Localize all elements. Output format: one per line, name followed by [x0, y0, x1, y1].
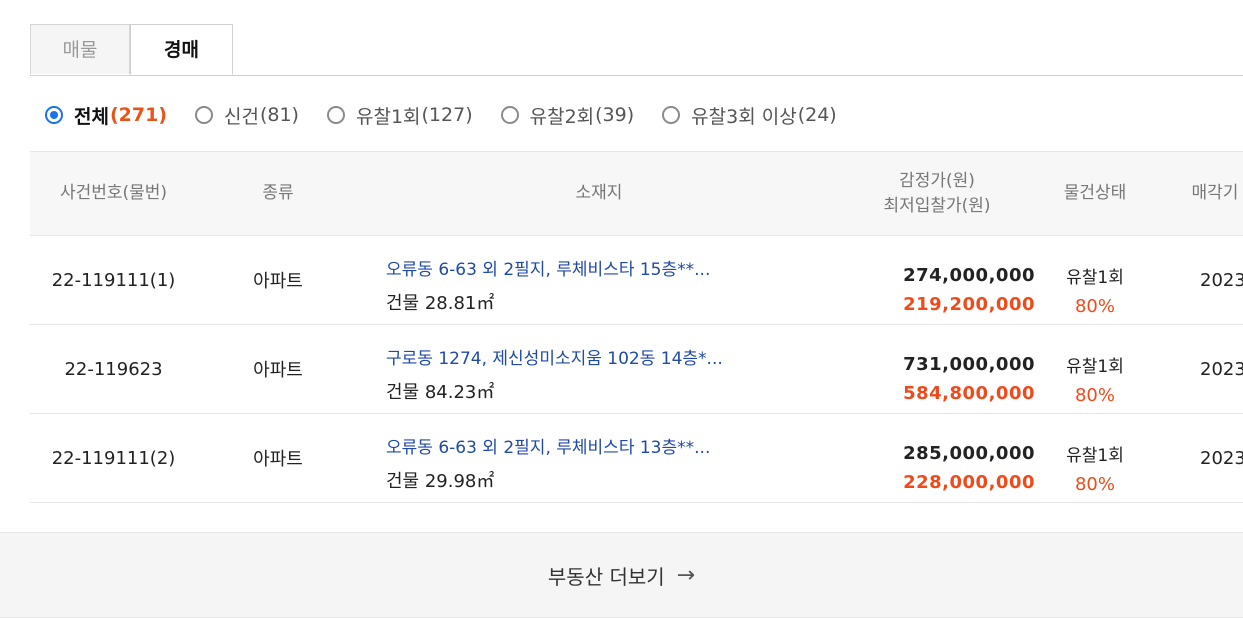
filter-failed-2[interactable]: 유찰2회 (39) — [500, 102, 635, 129]
min-bid-price: 228,000,000 — [903, 472, 1035, 493]
table-row[interactable]: 22-119111(2) 아파트 오류동 6-63 외 2필지, 루체비스타 1… — [30, 414, 1243, 503]
price-ratio: 80% — [1074, 296, 1115, 317]
building-area: 건물 28.81㎡ — [386, 293, 495, 314]
property-type: 아파트 — [253, 360, 303, 381]
filter-label: 신건 — [224, 105, 259, 128]
filter-count: (81) — [259, 104, 299, 126]
filter-count: (127) — [421, 104, 473, 126]
building-area: 건물 29.98㎡ — [386, 471, 495, 492]
radio-icon[interactable] — [500, 106, 519, 124]
filter-count: (271) — [109, 104, 167, 126]
filter-all[interactable]: 전체 (271) — [45, 102, 167, 129]
more-real-estate-button[interactable]: 부동산 더보기 → — [0, 532, 1243, 618]
case-no: 22-119111(1) — [51, 269, 176, 291]
table-header: 사건번호(물번) 종류 소재지 감정가(원) 최저입찰가(원) 물건상태 매각기 — [30, 152, 1243, 236]
filter-count: (24) — [797, 104, 837, 126]
min-bid-price: 219,200,000 — [903, 294, 1035, 315]
status-label: 유찰1회 — [1066, 268, 1124, 288]
filter-new[interactable]: 신건 (81) — [195, 102, 299, 129]
header-status: 물건상태 — [1063, 183, 1127, 203]
sale-date: 2023.11 — [1200, 447, 1243, 469]
filter-failed-1[interactable]: 유찰1회 (127) — [326, 102, 473, 129]
header-price: 감정가(원) 최저입찰가(원) — [839, 152, 1035, 235]
status-cell: 유찰1회 80% — [1035, 325, 1155, 413]
header-case-no: 사건번호(물번) — [59, 183, 168, 203]
status-cell: 유찰1회 80% — [1035, 414, 1155, 502]
radio-icon[interactable] — [326, 106, 345, 124]
header-sale-date: 매각기 — [1191, 183, 1239, 203]
status-label: 유찰1회 — [1066, 446, 1124, 466]
table-row[interactable]: 22-119623 아파트 구로동 1274, 제신성미소지움 102동 14층… — [30, 325, 1243, 414]
radio-icon[interactable] — [662, 106, 681, 124]
header-type: 종류 — [262, 183, 294, 203]
location-cell: 오류동 6-63 외 2필지, 루체비스타 15층**... 건물 28.81㎡ — [359, 236, 839, 324]
sale-date: 2023.11 — [1200, 269, 1243, 291]
appraisal-price: 274,000,000 — [903, 265, 1035, 286]
header-location: 소재지 — [575, 183, 623, 203]
price-cell: 274,000,000 219,200,000 — [839, 236, 1035, 324]
price-cell: 285,000,000 228,000,000 — [839, 414, 1035, 502]
case-no: 22-119111(2) — [51, 447, 176, 469]
header-min-bid: 최저입찰가(원) — [883, 195, 991, 216]
filter-count: (39) — [595, 104, 635, 126]
tab-auction[interactable]: 경매 — [130, 24, 233, 75]
header-appraisal: 감정가(원) — [899, 170, 975, 191]
case-no: 22-119623 — [64, 358, 163, 380]
filter-label: 유찰3회 이상 — [691, 105, 797, 128]
property-type: 아파트 — [253, 449, 303, 470]
table-row[interactable]: 22-119111(1) 아파트 오류동 6-63 외 2필지, 루체비스타 1… — [30, 236, 1243, 325]
price-ratio: 80% — [1074, 385, 1115, 406]
tab-listings[interactable]: 매물 — [30, 24, 130, 74]
filter-label: 유찰1회 — [355, 105, 421, 128]
radio-selected-icon[interactable] — [45, 106, 63, 124]
location-cell: 오류동 6-63 외 2필지, 루체비스타 13층**... 건물 29.98㎡ — [359, 414, 839, 502]
status-filter-group: 전체 (271) 신건 (81) 유찰1회 (127) 유찰2회 (39) 유찰3회 이… — [45, 101, 865, 129]
price-cell: 731,000,000 584,800,000 — [839, 325, 1035, 413]
auction-table: 사건번호(물번) 종류 소재지 감정가(원) 최저입찰가(원) 물건상태 매각기… — [30, 151, 1243, 503]
address-link[interactable]: 오류동 6-63 외 2필지, 루체비스타 13층**... — [386, 433, 710, 458]
address-link[interactable]: 구로동 1274, 제신성미소지움 102동 14층*... — [386, 344, 723, 369]
tab-bar: 매물 경매 — [30, 24, 1243, 76]
filter-failed-3plus[interactable]: 유찰3회 이상 (24) — [662, 102, 837, 129]
location-cell: 구로동 1274, 제신성미소지움 102동 14층*... 건물 84.23㎡ — [359, 325, 839, 413]
price-ratio: 80% — [1074, 474, 1115, 495]
more-label: 부동산 더보기 — [547, 564, 665, 589]
status-cell: 유찰1회 80% — [1035, 236, 1155, 324]
status-label: 유찰1회 — [1066, 357, 1124, 377]
address-link[interactable]: 오류동 6-63 외 2필지, 루체비스타 15층**... — [386, 255, 710, 280]
arrow-right-icon: → — [676, 562, 696, 588]
radio-icon[interactable] — [195, 106, 213, 124]
filter-label: 전체 — [74, 105, 109, 128]
property-type: 아파트 — [253, 271, 303, 292]
min-bid-price: 584,800,000 — [903, 383, 1035, 404]
appraisal-price: 731,000,000 — [903, 354, 1035, 375]
sale-date: 2023.11 — [1200, 358, 1243, 380]
building-area: 건물 84.23㎡ — [386, 382, 495, 403]
appraisal-price: 285,000,000 — [903, 443, 1035, 464]
filter-label: 유찰2회 — [529, 105, 595, 128]
